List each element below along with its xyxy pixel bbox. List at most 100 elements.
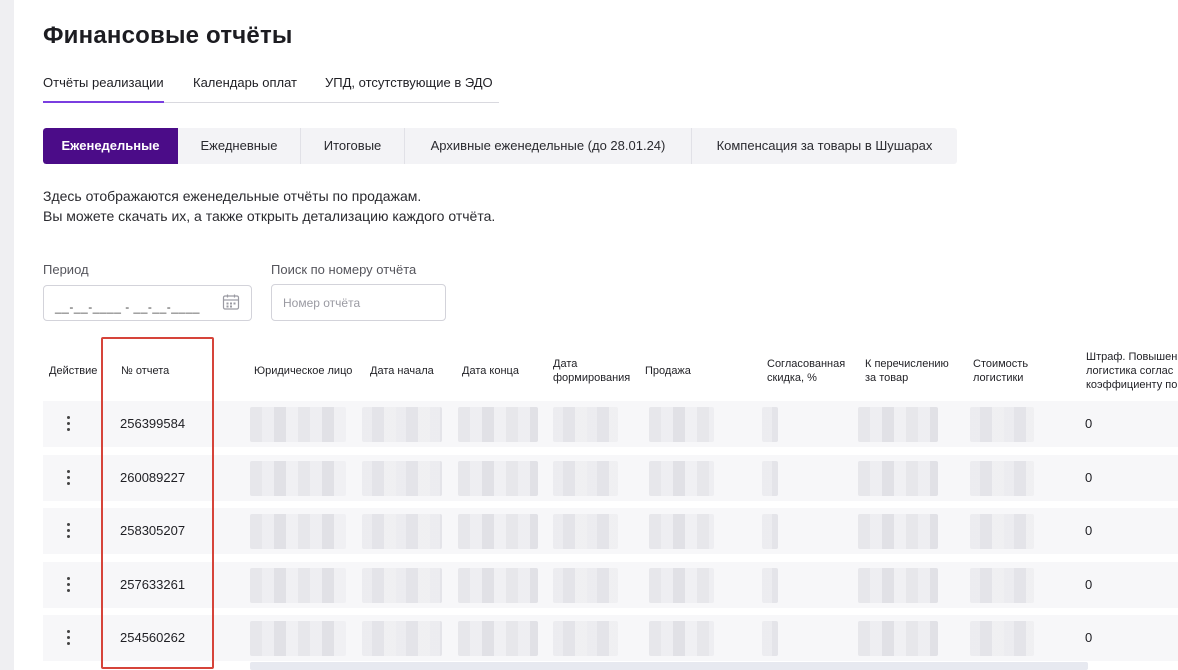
col-transfer-line-2: за товар bbox=[865, 372, 909, 384]
search-label: Поиск по номеру отчёта bbox=[271, 262, 417, 277]
col-legal-entity[interactable]: Юридическое лицо bbox=[254, 364, 352, 378]
period-date-range-value: __-__-____ - __-__-____ bbox=[55, 300, 200, 314]
row-actions-menu-icon[interactable] bbox=[63, 415, 75, 433]
redacted-sale bbox=[649, 407, 714, 442]
report-type-archive-weekly[interactable]: Архивные еженедельные (до 28.01.24) bbox=[405, 128, 692, 164]
tab-missing-upd[interactable]: УПД, отсутствующие в ЭДО bbox=[325, 75, 493, 90]
redacted-start-date bbox=[362, 407, 442, 442]
period-date-range-field[interactable]: __-__-____ - __-__-____ bbox=[43, 285, 252, 321]
row-report-number[interactable]: 257633261 bbox=[120, 577, 185, 592]
redacted-logistics bbox=[970, 461, 1034, 496]
report-type-shushary-compensation[interactable]: Компенсация за товары в Шушарах bbox=[692, 128, 957, 164]
intro-line-2: Вы можете скачать их, а также открыть де… bbox=[43, 208, 496, 224]
redacted-logistics bbox=[970, 568, 1034, 603]
calendar-icon[interactable] bbox=[222, 293, 240, 311]
col-logistics-line-2: логистики bbox=[973, 372, 1024, 384]
report-type-weekly[interactable]: Еженедельные bbox=[43, 128, 178, 164]
redacted-formation-date bbox=[553, 568, 618, 603]
row-actions-menu-icon[interactable] bbox=[63, 629, 75, 647]
redacted-transfer bbox=[858, 514, 938, 549]
intro-text: Здесь отображаются еженедельные отчёты п… bbox=[43, 186, 495, 226]
redacted-formation-date bbox=[553, 514, 618, 549]
redacted-transfer bbox=[858, 461, 938, 496]
redacted-legal-entity bbox=[250, 407, 346, 442]
col-sale[interactable]: Продажа bbox=[645, 364, 691, 378]
redacted-transfer bbox=[858, 407, 938, 442]
redacted-discount bbox=[762, 461, 778, 496]
redacted-transfer bbox=[858, 621, 938, 656]
col-end-date[interactable]: Дата конца bbox=[462, 364, 519, 378]
col-penalty[interactable]: Штраф. Повышен логистика соглас коэффици… bbox=[1086, 350, 1178, 392]
col-logistics-line-1: Стоимость bbox=[973, 358, 1029, 370]
col-discount[interactable]: Согласованная скидка, % bbox=[767, 357, 845, 385]
col-action: Действие bbox=[49, 365, 98, 377]
table-row[interactable]: 258305207 0 bbox=[43, 508, 1178, 554]
redacted-legal-entity bbox=[250, 514, 346, 549]
report-type-total[interactable]: Итоговые bbox=[301, 128, 405, 164]
redacted-formation-date bbox=[553, 461, 618, 496]
redacted-end-date bbox=[458, 621, 538, 656]
row-penalty-value: 0 bbox=[1085, 630, 1093, 645]
redacted-sale bbox=[649, 514, 714, 549]
redacted-transfer bbox=[858, 568, 938, 603]
table-row[interactable]: 257633261 0 bbox=[43, 562, 1178, 608]
redacted-formation-date bbox=[553, 621, 618, 656]
page-title: Финансовые отчёты bbox=[43, 22, 293, 49]
report-type-switcher: Еженедельные Ежедневные Итоговые Архивны… bbox=[43, 128, 957, 164]
table-row[interactable]: 260089227 0 bbox=[43, 455, 1178, 501]
tab-payment-calendar[interactable]: Календарь оплат bbox=[193, 75, 297, 90]
redacted-legal-entity bbox=[250, 621, 346, 656]
row-penalty-value: 0 bbox=[1085, 523, 1093, 538]
row-actions-menu-icon[interactable] bbox=[63, 576, 75, 594]
row-report-number[interactable]: 256399584 bbox=[120, 416, 185, 431]
col-discount-line-2: скидка, % bbox=[767, 372, 817, 384]
row-report-number[interactable]: 254560262 bbox=[120, 630, 185, 645]
redacted-formation-date bbox=[553, 407, 618, 442]
table-row[interactable]: 254560262 0 bbox=[43, 615, 1178, 661]
table-row[interactable]: 256399584 0 bbox=[43, 401, 1178, 447]
row-penalty-value: 0 bbox=[1085, 470, 1093, 485]
left-sidebar-strip bbox=[0, 0, 14, 670]
redacted-start-date bbox=[362, 568, 442, 603]
row-penalty-value: 0 bbox=[1085, 577, 1093, 592]
col-formation-date-line-2: формирования bbox=[553, 372, 631, 384]
col-start-date[interactable]: Дата начала bbox=[370, 364, 434, 378]
report-number-search-input[interactable] bbox=[272, 285, 445, 320]
row-report-number[interactable]: 260089227 bbox=[120, 470, 185, 485]
redacted-end-date bbox=[458, 568, 538, 603]
redacted-logistics bbox=[970, 621, 1034, 656]
redacted-start-date bbox=[362, 461, 442, 496]
col-transfer-line-1: К перечислению bbox=[865, 358, 949, 370]
row-report-number[interactable]: 258305207 bbox=[120, 523, 185, 538]
redacted-discount bbox=[762, 568, 778, 603]
row-actions-menu-icon[interactable] bbox=[63, 522, 75, 540]
redacted-discount bbox=[762, 407, 778, 442]
redacted-discount bbox=[762, 514, 778, 549]
intro-line-1: Здесь отображаются еженедельные отчёты п… bbox=[43, 188, 422, 204]
redacted-sale bbox=[649, 621, 714, 656]
col-logistics[interactable]: Стоимость логистики bbox=[973, 357, 1028, 385]
redacted-sale bbox=[649, 461, 714, 496]
col-discount-line-1: Согласованная bbox=[767, 358, 846, 370]
col-formation-date-line-1: Дата bbox=[553, 358, 578, 370]
col-formation-date[interactable]: Дата формирования bbox=[553, 357, 630, 385]
period-label: Период bbox=[43, 262, 89, 277]
report-tabs: Отчёты реализации Календарь оплат УПД, о… bbox=[43, 66, 499, 103]
redacted-sale bbox=[649, 568, 714, 603]
col-penalty-line-1: Штраф. Повышен bbox=[1086, 351, 1178, 363]
search-field bbox=[271, 284, 446, 321]
redacted-logistics bbox=[970, 514, 1034, 549]
redacted-start-date bbox=[362, 621, 442, 656]
col-transfer[interactable]: К перечислению за товар bbox=[865, 357, 949, 385]
report-type-daily[interactable]: Ежедневные bbox=[178, 128, 301, 164]
redacted-end-date bbox=[458, 407, 538, 442]
tab-sales-reports[interactable]: Отчёты реализации bbox=[43, 75, 164, 103]
col-penalty-line-3: коэффициенту по bbox=[1086, 379, 1178, 391]
row-penalty-value: 0 bbox=[1085, 416, 1093, 431]
redacted-start-date bbox=[362, 514, 442, 549]
row-actions-menu-icon[interactable] bbox=[63, 469, 75, 487]
col-report-number[interactable]: № отчета bbox=[121, 364, 169, 378]
table-horizontal-scrollbar[interactable] bbox=[250, 662, 1088, 670]
redacted-end-date bbox=[458, 514, 538, 549]
redacted-end-date bbox=[458, 461, 538, 496]
